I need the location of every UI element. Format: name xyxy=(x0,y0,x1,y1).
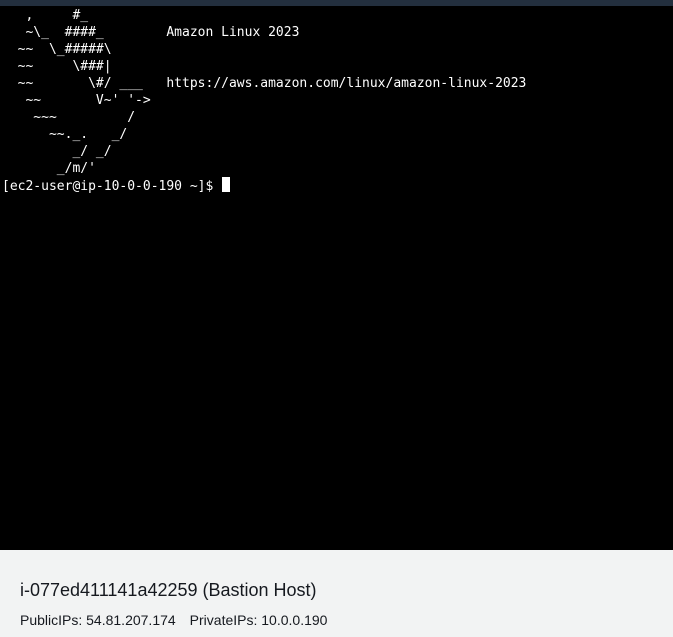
motd-line-8: ~~._. _/ xyxy=(2,127,128,142)
motd-line-6: ~~ V~' '-> xyxy=(2,93,151,108)
private-ips-label: PrivateIPs: xyxy=(189,612,258,628)
shell-prompt-line[interactable]: [ec2-user@ip-10-0-0-190 ~]$ xyxy=(2,177,231,195)
terminal-window[interactable]: , #_ ~\_ ####_ Amazon Linux 2023 ~~ \_##… xyxy=(0,6,673,550)
motd-line-1: , #_ xyxy=(2,8,89,23)
instance-id-and-name: i-077ed411141a42259 (Bastion Host) xyxy=(20,580,317,600)
terminal-cursor xyxy=(222,177,231,192)
public-ips-label: PublicIPs: xyxy=(20,612,83,628)
shell-prompt: [ec2-user@ip-10-0-0-190 ~]$ xyxy=(2,179,222,194)
motd-line-4: ~~ \###| xyxy=(2,59,112,74)
instance-info-panel: i-077ed411141a42259 (Bastion Host) Publi… xyxy=(0,550,673,637)
motd-line-2: ~\_ ####_ Amazon Linux 2023 xyxy=(2,25,300,40)
private-ips-value: 10.0.0.190 xyxy=(261,612,328,628)
public-ips-value: 54.81.207.174 xyxy=(86,612,176,628)
instance-ips: PublicIPs: 54.81.207.174 PrivateIPs: 10.0… xyxy=(20,612,327,628)
motd-line-10: _/m/' xyxy=(2,161,96,176)
motd-line-9: _/ _/ xyxy=(2,144,112,159)
motd-line-5: ~~ \#/ ___ https://aws.amazon.com/linux/… xyxy=(2,76,527,91)
motd-line-3: ~~ \_#####\ xyxy=(2,42,112,57)
motd-line-7: ~~~ / xyxy=(2,110,136,125)
